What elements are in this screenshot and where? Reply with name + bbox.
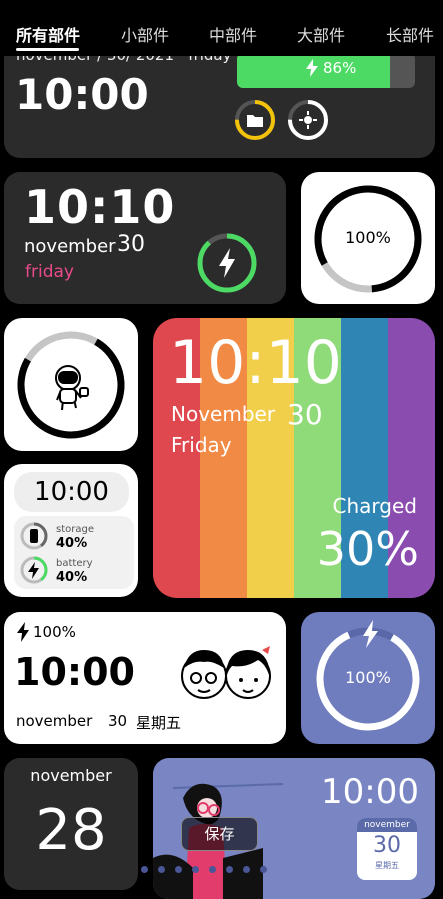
page-dot[interactable] bbox=[175, 866, 182, 873]
page-dot[interactable] bbox=[243, 866, 250, 873]
widget-time: 10:00 bbox=[14, 472, 129, 512]
widget-day: 30 bbox=[117, 232, 145, 257]
battery-small-ring bbox=[20, 556, 48, 584]
bolt-icon bbox=[306, 59, 318, 77]
battery-percent-text: 86% bbox=[323, 59, 357, 77]
tab-bar: 所有部件 小部件 中部件 大部件 长部件 bbox=[0, 0, 443, 56]
widget-couple-clock[interactable]: 100% 10:00 november 30 星期五 bbox=[4, 612, 286, 744]
page-indicator bbox=[141, 866, 267, 873]
astronaut-icon bbox=[55, 365, 89, 411]
bolt-icon bbox=[219, 248, 235, 278]
tab-small-widgets[interactable]: 小部件 bbox=[121, 22, 169, 46]
widget-month: November bbox=[171, 402, 276, 426]
widget-month: november bbox=[30, 766, 112, 785]
calendar-weekday: 星期五 bbox=[375, 861, 399, 870]
save-button[interactable]: 保存 bbox=[181, 817, 258, 851]
calendar-icon: november 30 星期五 bbox=[357, 818, 417, 880]
tab-all-widgets[interactable]: 所有部件 bbox=[16, 22, 80, 46]
astronaut-ring bbox=[17, 331, 125, 439]
widget-month: november bbox=[16, 712, 93, 730]
storage-value: 40% bbox=[56, 536, 88, 551]
tab-active-indicator bbox=[16, 48, 79, 51]
widget-day: 30 bbox=[108, 712, 128, 730]
storage-ring bbox=[20, 522, 48, 550]
widget-time: 10:00 bbox=[321, 772, 419, 812]
widget-weekday: 星期五 bbox=[136, 714, 182, 732]
battery-value: 40% bbox=[56, 570, 88, 585]
widget-month: november bbox=[24, 236, 116, 257]
widget-day: 30 bbox=[287, 398, 323, 431]
storage-label: storage bbox=[56, 524, 94, 535]
page-dot[interactable] bbox=[141, 866, 148, 873]
brightness-ring bbox=[286, 98, 330, 142]
widget-date[interactable]: november 28 bbox=[4, 758, 138, 890]
widget-weekday: friday bbox=[25, 262, 74, 282]
charge-percent: 30% bbox=[316, 522, 419, 576]
charge-status: Charged bbox=[332, 494, 417, 518]
widget-rainbow-clock[interactable]: 10:10 November 30 Friday Charged 30% bbox=[153, 318, 435, 598]
widget-time: 10:00 bbox=[15, 70, 149, 119]
charging-ring bbox=[194, 230, 260, 296]
battery-ring-percent: 100% bbox=[345, 228, 391, 247]
page-dot[interactable] bbox=[260, 866, 267, 873]
bolt-icon bbox=[17, 622, 29, 642]
phone-icon bbox=[30, 529, 38, 543]
folder-icon bbox=[247, 115, 263, 127]
widget-time: 10:10 bbox=[24, 180, 176, 234]
tab-large-widgets[interactable]: 大部件 bbox=[297, 22, 345, 46]
widget-weekday: Friday bbox=[171, 433, 232, 457]
calendar-month: november bbox=[357, 818, 417, 832]
page-dot[interactable] bbox=[192, 866, 199, 873]
folder-ring bbox=[233, 98, 277, 142]
battery-percent-text: 100% bbox=[33, 623, 76, 641]
widget-time: 10:00 bbox=[14, 650, 135, 694]
tab-medium-widgets[interactable]: 中部件 bbox=[209, 22, 257, 46]
page-dot[interactable] bbox=[209, 866, 216, 873]
calendar-day: 30 bbox=[373, 833, 401, 858]
battery-indicator: 100% bbox=[16, 622, 76, 642]
battery-label: battery bbox=[56, 558, 93, 569]
widget-storage-battery[interactable]: 10:00 storage 40% battery 40% bbox=[4, 464, 138, 597]
widget-astronaut-ring[interactable] bbox=[4, 318, 138, 451]
couple-illustration bbox=[181, 646, 271, 699]
sun-icon bbox=[299, 111, 317, 129]
bolt-icon bbox=[28, 562, 39, 579]
page-dot[interactable] bbox=[226, 866, 233, 873]
widget-time: 10:10 bbox=[169, 328, 342, 398]
bolt-icon bbox=[363, 620, 378, 648]
tab-long-widgets[interactable]: 长部件 bbox=[386, 22, 434, 46]
battery-bar: 86% bbox=[237, 53, 415, 88]
page-dot[interactable] bbox=[158, 866, 165, 873]
widget-day: 28 bbox=[35, 798, 107, 863]
widget-blue-battery-ring[interactable]: 100% bbox=[301, 612, 435, 744]
widget-battery-ring[interactable]: 100% bbox=[301, 172, 435, 304]
battery-bar-label: 86% bbox=[305, 59, 356, 77]
widget-clock-charging[interactable]: 10:10 november 30 friday bbox=[4, 172, 286, 304]
battery-ring-percent: 100% bbox=[345, 668, 391, 687]
